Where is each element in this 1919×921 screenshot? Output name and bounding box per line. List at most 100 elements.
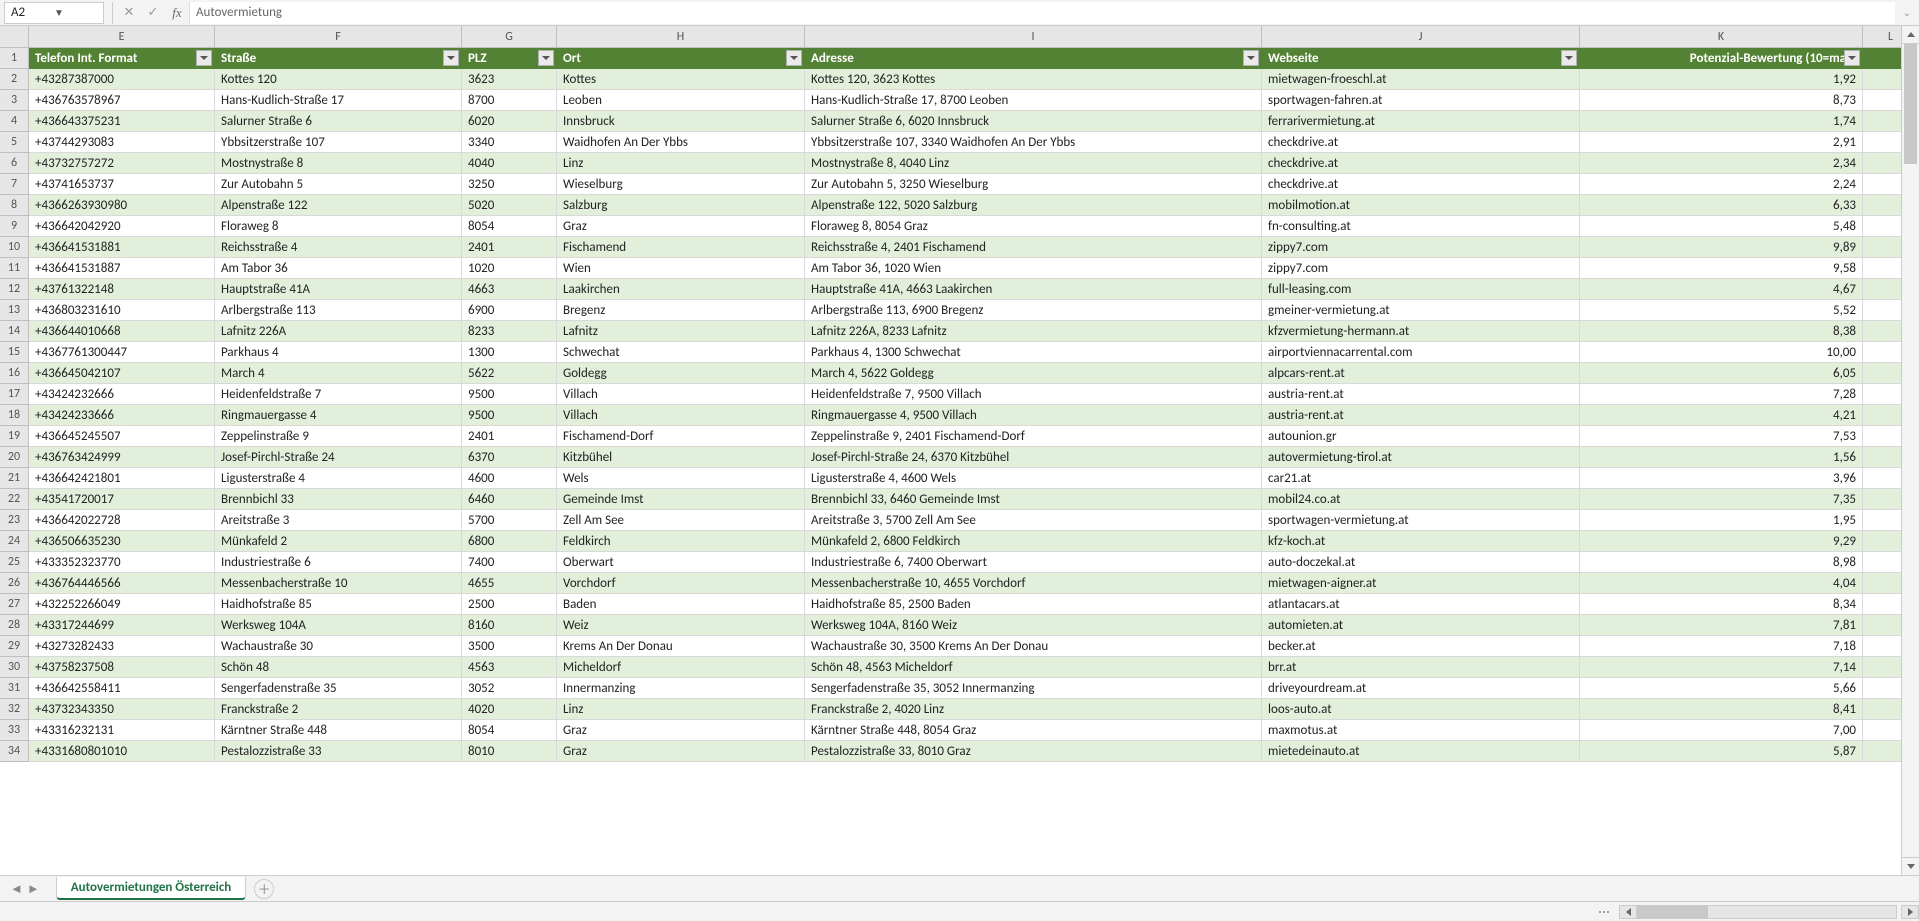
cell[interactable]: Lafnitz 226A: [215, 321, 462, 342]
cell[interactable]: Josef-Pirchl-Straße 24: [215, 447, 462, 468]
cell[interactable]: +43317244699: [29, 615, 215, 636]
cell[interactable]: Wieselburg: [557, 174, 805, 195]
cell[interactable]: Münkafeld 2, 6800 Feldkirch: [805, 531, 1262, 552]
row-header[interactable]: 3: [0, 90, 29, 111]
cell[interactable]: 9,58: [1580, 258, 1863, 279]
row-header[interactable]: 21: [0, 468, 29, 489]
cell[interactable]: Franckstraße 2, 4020 Linz: [805, 699, 1262, 720]
cell[interactable]: +43541720017: [29, 489, 215, 510]
cell[interactable]: Laakirchen: [557, 279, 805, 300]
cell[interactable]: Fischamend: [557, 237, 805, 258]
cell[interactable]: +4331680801010: [29, 741, 215, 762]
row-header[interactable]: 6: [0, 153, 29, 174]
cell[interactable]: Reichsstraße 4, 2401 Fischamend: [805, 237, 1262, 258]
cell[interactable]: Baden: [557, 594, 805, 615]
cell[interactable]: Ringmauergasse 4: [215, 405, 462, 426]
cell[interactable]: 2,24: [1580, 174, 1863, 195]
cell[interactable]: 9,89: [1580, 237, 1863, 258]
cell[interactable]: 4663: [462, 279, 557, 300]
row-header[interactable]: 2: [0, 69, 29, 90]
cell[interactable]: sportwagen-vermietung.at: [1262, 510, 1580, 531]
header-cell[interactable]: PLZ: [462, 48, 557, 69]
cell[interactable]: Oberwart: [557, 552, 805, 573]
row-header[interactable]: 31: [0, 678, 29, 699]
cell[interactable]: 4040: [462, 153, 557, 174]
scroll-up-arrow-icon[interactable]: [1902, 26, 1919, 44]
cell[interactable]: +43732757272: [29, 153, 215, 174]
cell[interactable]: Schön 48, 4563 Micheldorf: [805, 657, 1262, 678]
cell[interactable]: 5,87: [1580, 741, 1863, 762]
cell[interactable]: Ybbsitzerstraße 107: [215, 132, 462, 153]
cell[interactable]: +436645245507: [29, 426, 215, 447]
cell[interactable]: 6900: [462, 300, 557, 321]
cell[interactable]: 6370: [462, 447, 557, 468]
cell[interactable]: 3623: [462, 69, 557, 90]
cell[interactable]: Werksweg 104A: [215, 615, 462, 636]
cell[interactable]: Salzburg: [557, 195, 805, 216]
cell[interactable]: 4655: [462, 573, 557, 594]
cell[interactable]: +43741653737: [29, 174, 215, 195]
cell[interactable]: Floraweg 8, 8054 Graz: [805, 216, 1262, 237]
cell[interactable]: ferrarivermietung.at: [1262, 111, 1580, 132]
cell[interactable]: Hans-Kudlich-Straße 17, 8700 Leoben: [805, 90, 1262, 111]
formula-input[interactable]: Autovermietung: [189, 2, 1895, 24]
row-header[interactable]: 18: [0, 405, 29, 426]
cell[interactable]: +436506635230: [29, 531, 215, 552]
cell[interactable]: Hauptstraße 41A, 4663 Laakirchen: [805, 279, 1262, 300]
cell[interactable]: Alpenstraße 122: [215, 195, 462, 216]
cell[interactable]: 2,91: [1580, 132, 1863, 153]
cell[interactable]: gmeiner-vermietung.at: [1262, 300, 1580, 321]
cell[interactable]: sportwagen-fahren.at: [1262, 90, 1580, 111]
cell[interactable]: 3500: [462, 636, 557, 657]
filter-dropdown-icon[interactable]: [443, 50, 459, 66]
column-header-J[interactable]: J: [1262, 26, 1580, 47]
cell[interactable]: 4,04: [1580, 573, 1863, 594]
row-header[interactable]: 10: [0, 237, 29, 258]
column-header-E[interactable]: E: [29, 26, 215, 47]
column-header-F[interactable]: F: [215, 26, 462, 47]
cell[interactable]: Mostnystraße 8: [215, 153, 462, 174]
cell[interactable]: +436642042920: [29, 216, 215, 237]
cell[interactable]: Linz: [557, 699, 805, 720]
cell[interactable]: Haidhofstraße 85, 2500 Baden: [805, 594, 1262, 615]
cell[interactable]: mietwagen-aigner.at: [1262, 573, 1580, 594]
cell[interactable]: Kottes 120: [215, 69, 462, 90]
row-header[interactable]: 29: [0, 636, 29, 657]
cell[interactable]: +436803231610: [29, 300, 215, 321]
sheet-tab-active[interactable]: Autovermietungen Österreich: [56, 877, 247, 900]
cell[interactable]: Am Tabor 36: [215, 258, 462, 279]
cell[interactable]: Pestalozzistraße 33, 8010 Graz: [805, 741, 1262, 762]
cell[interactable]: 8,73: [1580, 90, 1863, 111]
row-header[interactable]: 17: [0, 384, 29, 405]
cell[interactable]: Brennbichl 33, 6460 Gemeinde Imst: [805, 489, 1262, 510]
cell[interactable]: fn-consulting.at: [1262, 216, 1580, 237]
header-cell[interactable]: Straße: [215, 48, 462, 69]
cell[interactable]: Krems An Der Donau: [557, 636, 805, 657]
filter-dropdown-icon[interactable]: [538, 50, 554, 66]
cell[interactable]: auto-doczekal.at: [1262, 552, 1580, 573]
cell[interactable]: March 4: [215, 363, 462, 384]
scroll-down-arrow-icon[interactable]: [1902, 857, 1919, 875]
cell[interactable]: brr.at: [1262, 657, 1580, 678]
row-header[interactable]: 32: [0, 699, 29, 720]
cell[interactable]: mobilmotion.at: [1262, 195, 1580, 216]
add-sheet-button[interactable]: ＋: [254, 879, 274, 899]
cell[interactable]: 8160: [462, 615, 557, 636]
cell[interactable]: airportviennacarrental.com: [1262, 342, 1580, 363]
cell[interactable]: Josef-Pirchl-Straße 24, 6370 Kitzbühel: [805, 447, 1262, 468]
cell[interactable]: kfzvermietung-hermann.at: [1262, 321, 1580, 342]
cell[interactable]: atlantacars.at: [1262, 594, 1580, 615]
cell[interactable]: 4,21: [1580, 405, 1863, 426]
cell[interactable]: Feldkirch: [557, 531, 805, 552]
cell[interactable]: 7,81: [1580, 615, 1863, 636]
cell[interactable]: 5,52: [1580, 300, 1863, 321]
cell[interactable]: 2500: [462, 594, 557, 615]
header-cell[interactable]: Adresse: [805, 48, 1262, 69]
cell[interactable]: Mostnystraße 8, 4040 Linz: [805, 153, 1262, 174]
scroll-left-arrow-icon[interactable]: [1619, 905, 1637, 919]
cell[interactable]: Areitstraße 3, 5700 Zell Am See: [805, 510, 1262, 531]
cell[interactable]: Industriestraße 6, 7400 Oberwart: [805, 552, 1262, 573]
row-header[interactable]: 33: [0, 720, 29, 741]
row-header[interactable]: 14: [0, 321, 29, 342]
fx-icon[interactable]: fx: [165, 2, 189, 24]
